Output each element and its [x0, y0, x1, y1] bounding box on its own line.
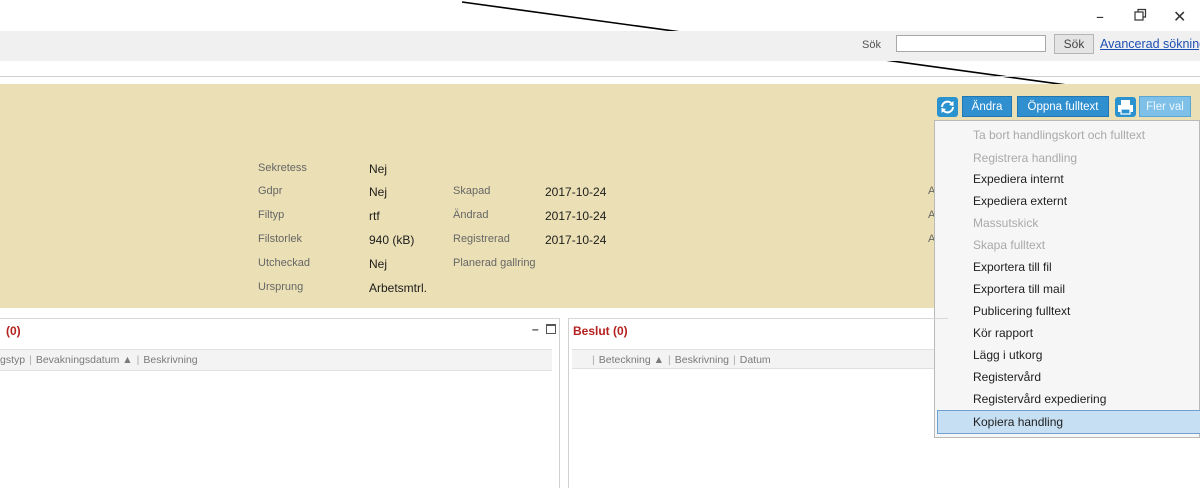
label-filstorlek: Filstorlek: [258, 233, 303, 245]
menu-item-exportera-fil[interactable]: Exportera till fil: [973, 260, 1052, 274]
refresh-icon[interactable]: [937, 97, 958, 117]
value-utcheckad: Nej: [369, 257, 388, 271]
label-sekretess: Sekretess: [258, 162, 307, 174]
search-button[interactable]: Sök: [1054, 34, 1094, 54]
menu-item-expediera-internt[interactable]: Expediera internt: [973, 172, 1064, 186]
fler-val-button[interactable]: Fler val: [1139, 96, 1191, 117]
menu-item-kopiera-handling[interactable]: Kopiera handling: [973, 415, 1063, 429]
left-panel: [0, 318, 560, 488]
label-filtyp: Filtyp: [258, 209, 285, 221]
value-andrad: 2017-10-24: [545, 209, 607, 223]
print-icon[interactable]: [1115, 97, 1136, 117]
value-skapad: 2017-10-24: [545, 185, 607, 199]
menu-item-massutskick[interactable]: Massutskick: [973, 216, 1038, 230]
value-sekretess: Nej: [369, 162, 388, 176]
beslut-column-header: | Beteckning ▲ | Beskrivning | Datum: [572, 349, 934, 369]
menu-item-exportera-mail[interactable]: Exportera till mail: [973, 282, 1065, 296]
column-header[interactable]: Datum: [740, 354, 771, 366]
beslut-panel-title: Beslut (0): [573, 324, 628, 338]
search-label: Sök: [862, 39, 881, 51]
label-ursprung: Ursprung: [258, 281, 304, 293]
label-gdpr: Gdpr: [258, 185, 283, 197]
value-gdpr: Nej: [369, 185, 388, 199]
panel-maximize-icon[interactable]: [546, 324, 556, 334]
label-skapad: Skapad: [453, 185, 491, 197]
label-planerad-gallring: Planerad gallring: [453, 257, 536, 269]
menu-item-skapa-fulltext[interactable]: Skapa fulltext: [973, 238, 1045, 252]
oppna-fulltext-button[interactable]: Öppna fulltext: [1017, 96, 1109, 117]
advanced-search-link[interactable]: Avancerad sökning: [1100, 37, 1200, 51]
column-header[interactable]: Beskrivning: [675, 354, 729, 366]
close-icon[interactable]: ✕: [1173, 8, 1186, 26]
minimize-icon[interactable]: –: [1096, 8, 1104, 26]
menu-item-expediera-externt[interactable]: Expediera externt: [973, 194, 1067, 208]
label-andrad: Ändrad: [453, 209, 489, 221]
column-header[interactable]: Bevakningsdatum ▲: [36, 354, 133, 366]
value-filstorlek: 940 (kB): [369, 233, 415, 247]
more-options-menu: Ta bort handlingskort och fulltext Regis…: [934, 120, 1200, 438]
left-column-header: gstyp | Bevakningsdatum ▲ | Beskrivning: [0, 349, 552, 371]
label-utcheckad: Utcheckad: [258, 257, 310, 269]
menu-item-ta-bort[interactable]: Ta bort handlingskort och fulltext: [973, 128, 1145, 142]
label-registrerad: Registrerad: [453, 233, 510, 245]
column-header[interactable]: Beteckning ▲: [599, 354, 664, 366]
value-ursprung: Arbetsmtrl.: [369, 281, 428, 295]
restore-icon[interactable]: [1133, 8, 1147, 26]
menu-item-lagg-i-utkorg[interactable]: Lägg i utkorg: [973, 348, 1042, 362]
menu-item-registervard[interactable]: Registervård: [973, 370, 1041, 384]
column-header[interactable]: gstyp: [0, 354, 25, 366]
search-input[interactable]: [896, 35, 1046, 52]
value-registrerad: 2017-10-24: [545, 233, 607, 247]
menu-item-kor-rapport[interactable]: Kör rapport: [973, 326, 1033, 340]
left-panel-title: (0): [6, 324, 21, 338]
column-header[interactable]: Beskrivning: [143, 354, 197, 366]
menu-item-publicering-fulltext[interactable]: Publicering fulltext: [973, 304, 1070, 318]
beslut-panel: [568, 318, 948, 488]
andra-button[interactable]: Ändra: [962, 96, 1012, 117]
menu-item-registrera-handling[interactable]: Registrera handling: [973, 151, 1077, 165]
divider: [0, 76, 1200, 77]
menu-item-registervard-expediering[interactable]: Registervård expediering: [973, 392, 1106, 406]
panel-minimize-icon[interactable]: –: [532, 322, 539, 336]
value-filtyp: rtf: [369, 209, 380, 223]
